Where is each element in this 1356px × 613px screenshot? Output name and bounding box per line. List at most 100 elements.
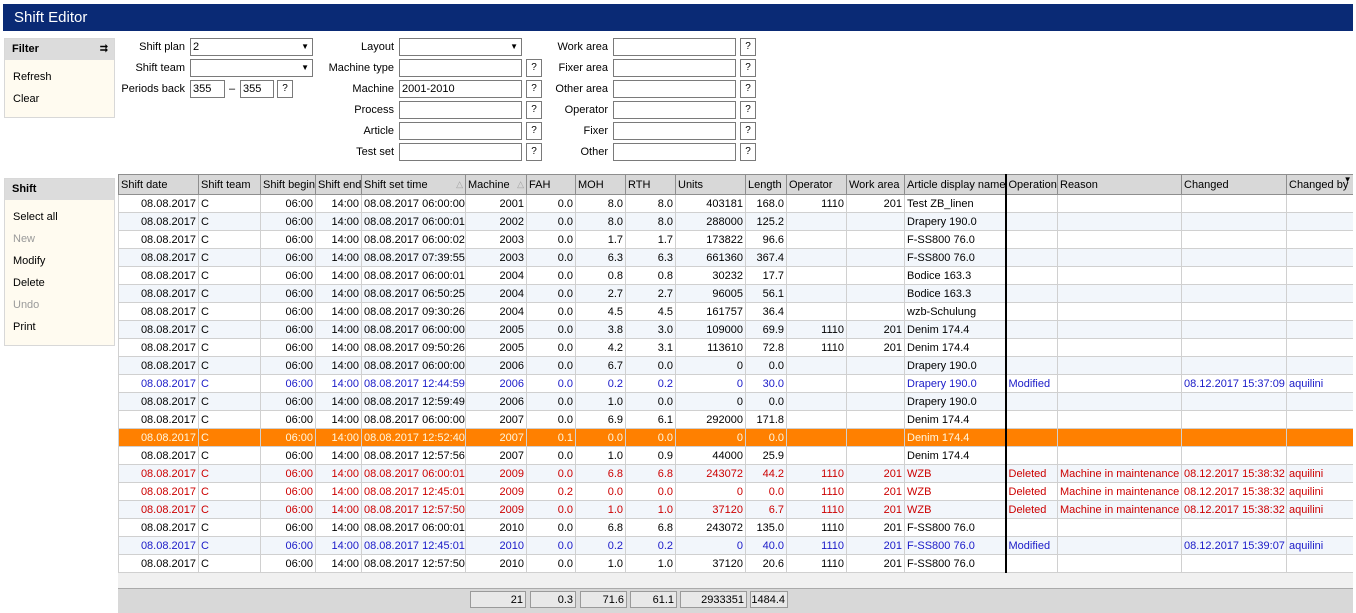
cell-work-area[interactable] <box>846 266 905 285</box>
cell-shift-end[interactable]: 14:00 <box>315 518 362 537</box>
cell-shift-date[interactable]: 08.08.2017 <box>118 266 199 285</box>
new-action[interactable]: New <box>5 228 114 250</box>
cell-rth[interactable]: 8.0 <box>625 212 676 231</box>
cell-units[interactable]: 0 <box>675 536 746 555</box>
cell-reason[interactable] <box>1057 194 1182 213</box>
cell-moh[interactable]: 1.0 <box>575 554 626 573</box>
cell-work-area[interactable]: 201 <box>846 482 905 501</box>
cell-operator[interactable] <box>786 392 847 411</box>
cell-shift-date[interactable]: 08.08.2017 <box>118 284 199 303</box>
table-row[interactable]: 08.08.2017 C 06:00 14:00 08.08.2017 06:00:00… <box>118 356 1353 375</box>
cell-units[interactable]: 37120 <box>675 500 746 519</box>
cell-shift-begin[interactable]: 06:00 <box>260 536 316 555</box>
cell-article-display-name[interactable]: Denim 174.4 <box>904 428 1006 447</box>
cell-machine[interactable]: 2001 <box>465 194 527 213</box>
cell-changed-by[interactable] <box>1286 428 1353 447</box>
cell-units[interactable]: 0 <box>675 356 746 375</box>
table-row[interactable]: 08.08.2017 C 06:00 14:00 08.08.2017 09:50:26… <box>118 338 1353 357</box>
column-header-shift-end[interactable]: Shift end <box>315 174 362 195</box>
collapse-chevron-icon[interactable]: ⮆ <box>100 39 108 60</box>
clear-action[interactable]: Clear <box>5 88 114 110</box>
table-row[interactable]: 08.08.2017 C 06:00 14:00 08.08.2017 12:59:49… <box>118 392 1353 411</box>
cell-shift-set-time[interactable]: 08.08.2017 12:44:59 <box>361 374 466 393</box>
cell-reason[interactable] <box>1057 392 1182 411</box>
cell-shift-end[interactable]: 14:00 <box>315 482 362 501</box>
cell-reason[interactable] <box>1057 212 1182 231</box>
cell-shift-begin[interactable]: 06:00 <box>260 356 316 375</box>
delete-action[interactable]: Delete <box>5 272 114 294</box>
cell-reason[interactable] <box>1057 428 1182 447</box>
cell-shift-team[interactable]: C <box>198 536 261 555</box>
cell-machine[interactable]: 2009 <box>465 464 527 483</box>
cell-moh[interactable]: 8.0 <box>575 212 626 231</box>
cell-machine[interactable]: 2005 <box>465 338 527 357</box>
cell-units[interactable]: 113610 <box>675 338 746 357</box>
machine-input[interactable]: 2001-2010 <box>399 80 522 98</box>
cell-shift-set-time[interactable]: 08.08.2017 06:50:25 <box>361 284 466 303</box>
cell-shift-team[interactable]: C <box>198 266 261 285</box>
cell-shift-begin[interactable]: 06:00 <box>260 518 316 537</box>
cell-operation[interactable] <box>1004 284 1058 303</box>
cell-machine[interactable]: 2007 <box>465 410 527 429</box>
cell-shift-date[interactable]: 08.08.2017 <box>118 410 199 429</box>
cell-reason[interactable] <box>1057 266 1182 285</box>
cell-machine[interactable]: 2003 <box>465 248 527 267</box>
cell-operator[interactable] <box>786 212 847 231</box>
cell-fah[interactable]: 0.0 <box>526 410 576 429</box>
cell-work-area[interactable]: 201 <box>846 338 905 357</box>
cell-shift-set-time[interactable]: 08.08.2017 07:39:55 <box>361 248 466 267</box>
cell-rth[interactable]: 4.5 <box>625 302 676 321</box>
cell-shift-team[interactable]: C <box>198 320 261 339</box>
cell-shift-end[interactable]: 14:00 <box>315 212 362 231</box>
cell-shift-date[interactable]: 08.08.2017 <box>118 320 199 339</box>
cell-rth[interactable]: 1.7 <box>625 230 676 249</box>
cell-fah[interactable]: 0.0 <box>526 284 576 303</box>
cell-shift-end[interactable]: 14:00 <box>315 500 362 519</box>
cell-shift-end[interactable]: 14:00 <box>315 248 362 267</box>
cell-machine[interactable]: 2002 <box>465 212 527 231</box>
cell-shift-end[interactable]: 14:00 <box>315 464 362 483</box>
cell-shift-set-time[interactable]: 08.08.2017 06:00:00 <box>361 320 466 339</box>
cell-changed-by[interactable]: aquilini <box>1286 536 1353 555</box>
cell-moh[interactable]: 3.8 <box>575 320 626 339</box>
cell-fah[interactable]: 0.0 <box>526 356 576 375</box>
cell-length[interactable]: 69.9 <box>745 320 787 339</box>
cell-operation[interactable] <box>1004 320 1058 339</box>
cell-shift-team[interactable]: C <box>198 230 261 249</box>
cell-length[interactable]: 367.4 <box>745 248 787 267</box>
cell-shift-end[interactable]: 14:00 <box>315 230 362 249</box>
cell-shift-date[interactable]: 08.08.2017 <box>118 554 199 573</box>
cell-moh[interactable]: 0.8 <box>575 266 626 285</box>
cell-operation[interactable] <box>1004 518 1058 537</box>
cell-changed[interactable] <box>1181 284 1287 303</box>
cell-reason[interactable] <box>1057 320 1182 339</box>
cell-shift-date[interactable]: 08.08.2017 <box>118 392 199 411</box>
layout-select[interactable] <box>399 38 522 56</box>
cell-moh[interactable]: 1.7 <box>575 230 626 249</box>
cell-article-display-name[interactable]: Bodice 163.3 <box>904 284 1006 303</box>
cell-shift-team[interactable]: C <box>198 392 261 411</box>
cell-changed-by[interactable]: aquilini <box>1286 500 1353 519</box>
cell-shift-begin[interactable]: 06:00 <box>260 554 316 573</box>
cell-rth[interactable]: 3.1 <box>625 338 676 357</box>
cell-work-area[interactable] <box>846 356 905 375</box>
column-header-length[interactable]: Length <box>745 174 787 195</box>
cell-shift-date[interactable]: 08.08.2017 <box>118 482 199 501</box>
cell-shift-begin[interactable]: 06:00 <box>260 302 316 321</box>
column-header-operation[interactable]: Operation <box>1004 174 1058 195</box>
cell-rth[interactable]: 6.8 <box>625 464 676 483</box>
fixer-area-input[interactable] <box>613 59 736 77</box>
cell-work-area[interactable]: 201 <box>846 194 905 213</box>
cell-machine[interactable]: 2003 <box>465 230 527 249</box>
cell-work-area[interactable] <box>846 284 905 303</box>
cell-reason[interactable] <box>1057 446 1182 465</box>
cell-operator[interactable]: 1110 <box>786 338 847 357</box>
cell-shift-begin[interactable]: 06:00 <box>260 374 316 393</box>
table-row[interactable]: 08.08.2017 C 06:00 14:00 08.08.2017 12:52:40… <box>118 428 1353 447</box>
cell-operator[interactable]: 1110 <box>786 536 847 555</box>
cell-reason[interactable] <box>1057 374 1182 393</box>
cell-work-area[interactable]: 201 <box>846 464 905 483</box>
table-row[interactable]: 08.08.2017 C 06:00 14:00 08.08.2017 06:00:01… <box>118 518 1353 537</box>
cell-changed-by[interactable] <box>1286 446 1353 465</box>
cell-changed-by[interactable] <box>1286 518 1353 537</box>
